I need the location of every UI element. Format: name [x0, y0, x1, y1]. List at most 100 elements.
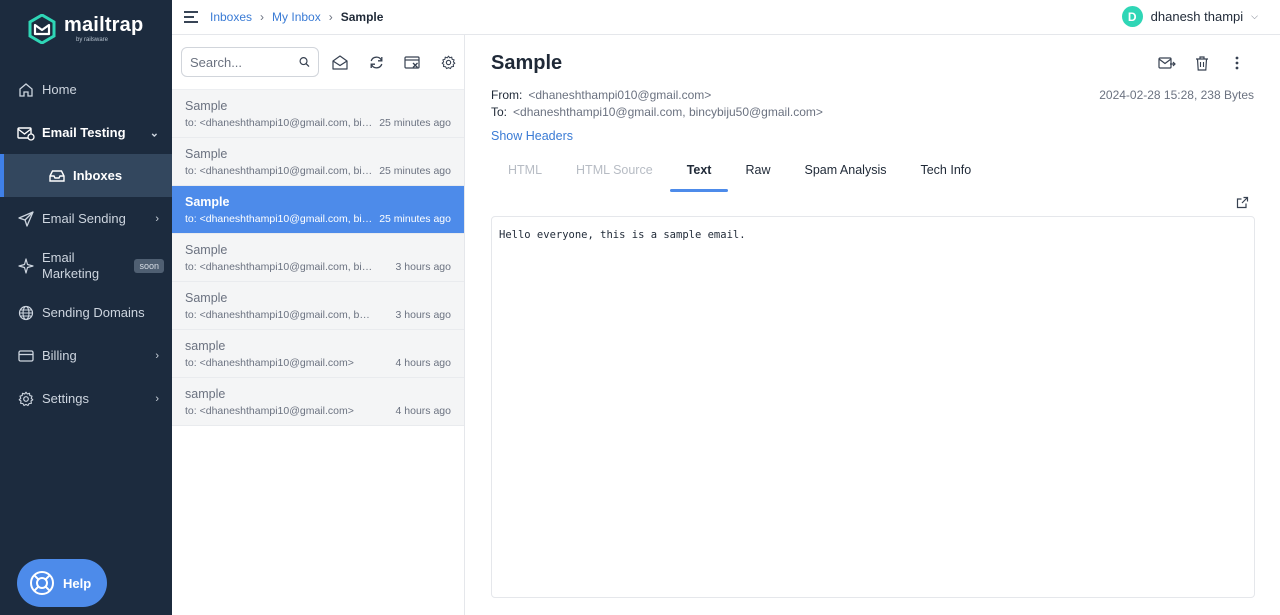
gear-icon	[17, 390, 35, 408]
message-time: 3 hours ago	[395, 309, 451, 321]
message-subject: Sample	[185, 99, 228, 113]
message-recipients: to: <dhaneshthampi10@gmail.com, bincy...	[185, 261, 375, 273]
message-subject: Sample	[185, 291, 228, 305]
message-subject: sample	[185, 339, 226, 353]
send-icon	[17, 210, 35, 228]
message-subject: sample	[185, 387, 226, 401]
message-body-text: Hello everyone, this is a sample email.	[499, 229, 746, 241]
sidebar-item-label: Home	[42, 82, 77, 97]
sidebar-item-sending-domains[interactable]: Sending Domains	[0, 291, 172, 334]
user-menu[interactable]: D dhanesh thampi ⌵	[1121, 6, 1258, 27]
open-external-icon[interactable]	[1236, 196, 1250, 210]
breadcrumb-inboxes[interactable]: Inboxes	[210, 10, 252, 24]
trash-icon[interactable]	[1193, 54, 1211, 72]
message-recipients: to: <dhaneshthampi10@gmail.com, bin...	[185, 117, 374, 129]
message-item[interactable]: Sample to: <dhaneshthampi10@gmail.com, b…	[172, 234, 464, 282]
sparkle-icon	[17, 257, 35, 275]
message-recipients: to: <dhaneshthampi10@gmail.com, bin...	[185, 165, 374, 177]
chevron-right-icon: ›	[155, 212, 159, 225]
chevron-down-icon: ⌄	[149, 127, 159, 139]
help-label: Help	[63, 575, 92, 591]
sidebar-item-email-marketing[interactable]: Email Marketing soon	[0, 240, 172, 291]
sidebar-item-settings[interactable]: Settings ›	[0, 377, 172, 420]
from-line: From: <dhaneshthampi010@gmail.com>	[491, 88, 711, 102]
tab-text[interactable]: Text	[669, 155, 729, 192]
settings-icon[interactable]	[439, 53, 457, 71]
message-subject: Sample	[185, 147, 228, 161]
message-item-selected[interactable]: Sample to: <dhaneshthampi10@gmail.com, b…	[172, 186, 464, 234]
more-options-icon[interactable]	[1228, 54, 1246, 72]
search-icon	[299, 57, 310, 67]
breadcrumb-current: Sample	[340, 10, 384, 24]
message-title: Sample	[491, 52, 563, 74]
sidebar-item-home[interactable]: Home	[0, 68, 172, 111]
sidebar-item-label: Inboxes	[73, 168, 123, 183]
help-button[interactable]: Help	[17, 559, 107, 607]
mark-read-icon[interactable]	[331, 53, 349, 71]
tab-raw[interactable]: Raw	[728, 155, 787, 192]
message-time: 4 hours ago	[395, 357, 451, 369]
sidebar: mailtrap by railsware Home Email Testing…	[0, 0, 172, 615]
message-item[interactable]: sample to: <dhaneshthampi10@gmail.com> 4 …	[172, 378, 464, 426]
email-testing-icon	[17, 124, 35, 142]
message-item[interactable]: sample to: <dhaneshthampi10@gmail.com> 4 …	[172, 330, 464, 378]
chevron-right-icon: ›	[155, 392, 159, 405]
home-icon	[17, 81, 35, 99]
message-item[interactable]: Sample to: <dhaneshthampi10@gmail.com, b…	[172, 90, 464, 138]
tab-html-source[interactable]: HTML Source	[559, 155, 670, 192]
soon-badge: soon	[134, 258, 164, 273]
brand-name: mailtrap	[64, 14, 144, 36]
message-recipients: to: <dhaneshthampi10@gmail.com>	[185, 357, 354, 369]
message-list-pane: Sample to: <dhaneshthampi10@gmail.com, b…	[172, 35, 465, 615]
message-subject: Sample	[185, 195, 230, 209]
message-meta: 2024-02-28 15:28, 238 Bytes	[1099, 88, 1254, 102]
message-subject: Sample	[185, 243, 228, 257]
message-tabs: HTML HTML Source Text Raw Spam Analysis …	[491, 155, 988, 192]
from-address: <dhaneshthampi010@gmail.com>	[528, 88, 712, 102]
message-time: 4 hours ago	[395, 405, 451, 417]
user-name: dhanesh thampi	[1150, 9, 1244, 24]
sidebar-item-label: Settings	[42, 391, 89, 406]
message-recipients: to: <dhaneshthampi10@gmail.com, bin...	[185, 213, 374, 225]
breadcrumb-my-inbox[interactable]: My Inbox	[272, 10, 321, 24]
search-box[interactable]	[181, 47, 319, 77]
clear-inbox-icon[interactable]	[403, 53, 421, 71]
message-time: 3 hours ago	[395, 261, 451, 273]
sidebar-item-label: Email Testing	[42, 125, 126, 140]
top-bar: Inboxes › My Inbox › Sample D dhanesh th…	[172, 0, 1280, 35]
menu-icon[interactable]	[184, 10, 200, 24]
message-time: 25 minutes ago	[379, 117, 451, 129]
breadcrumb-separator: ›	[260, 10, 265, 24]
brand-sub: by railsware	[76, 37, 109, 43]
mailtrap-logo-icon	[28, 14, 56, 44]
to-address: <dhaneshthampi10@gmail.com, bincybiju50@…	[513, 105, 823, 119]
message-time: 25 minutes ago	[379, 165, 451, 177]
sidebar-item-email-sending[interactable]: Email Sending ›	[0, 197, 172, 240]
avatar: D	[1121, 6, 1143, 27]
lifebuoy-icon	[30, 571, 54, 595]
chevron-right-icon: ›	[155, 349, 159, 362]
message-time: 25 minutes ago	[379, 213, 451, 225]
tab-tech-info[interactable]: Tech Info	[903, 155, 988, 192]
from-label: From:	[491, 88, 523, 102]
search-input[interactable]	[190, 54, 300, 70]
refresh-icon[interactable]	[367, 53, 385, 71]
tab-spam-analysis[interactable]: Spam Analysis	[787, 155, 903, 192]
to-label: To:	[491, 105, 508, 119]
sidebar-item-email-testing[interactable]: Email Testing ⌄	[0, 111, 172, 154]
tab-html[interactable]: HTML	[491, 155, 559, 192]
list-toolbar	[172, 35, 464, 90]
sidebar-item-billing[interactable]: Billing ›	[0, 334, 172, 377]
sidebar-item-label: Email Marketing	[42, 249, 100, 281]
message-item[interactable]: Sample to: <dhaneshthampi10@gmail.com, b…	[172, 282, 464, 330]
sidebar-nav: Home Email Testing ⌄ Inboxes Email Sendi…	[0, 68, 172, 420]
message-recipients: to: <dhaneshthampi10@gmail.com>	[185, 405, 354, 417]
show-headers-link[interactable]: Show Headers	[491, 129, 573, 143]
message-detail-pane: Sample From: <dhaneshthampi010@gmail.com>…	[465, 35, 1280, 615]
message-recipients: to: <dhaneshthampi10@gmail.com, benny...	[185, 309, 375, 321]
mailtrap-logo[interactable]: mailtrap by railsware	[28, 14, 143, 44]
message-item[interactable]: Sample to: <dhaneshthampi10@gmail.com, b…	[172, 138, 464, 186]
sidebar-item-inboxes[interactable]: Inboxes	[0, 154, 172, 197]
globe-icon	[17, 304, 35, 322]
forward-icon[interactable]	[1158, 54, 1176, 72]
